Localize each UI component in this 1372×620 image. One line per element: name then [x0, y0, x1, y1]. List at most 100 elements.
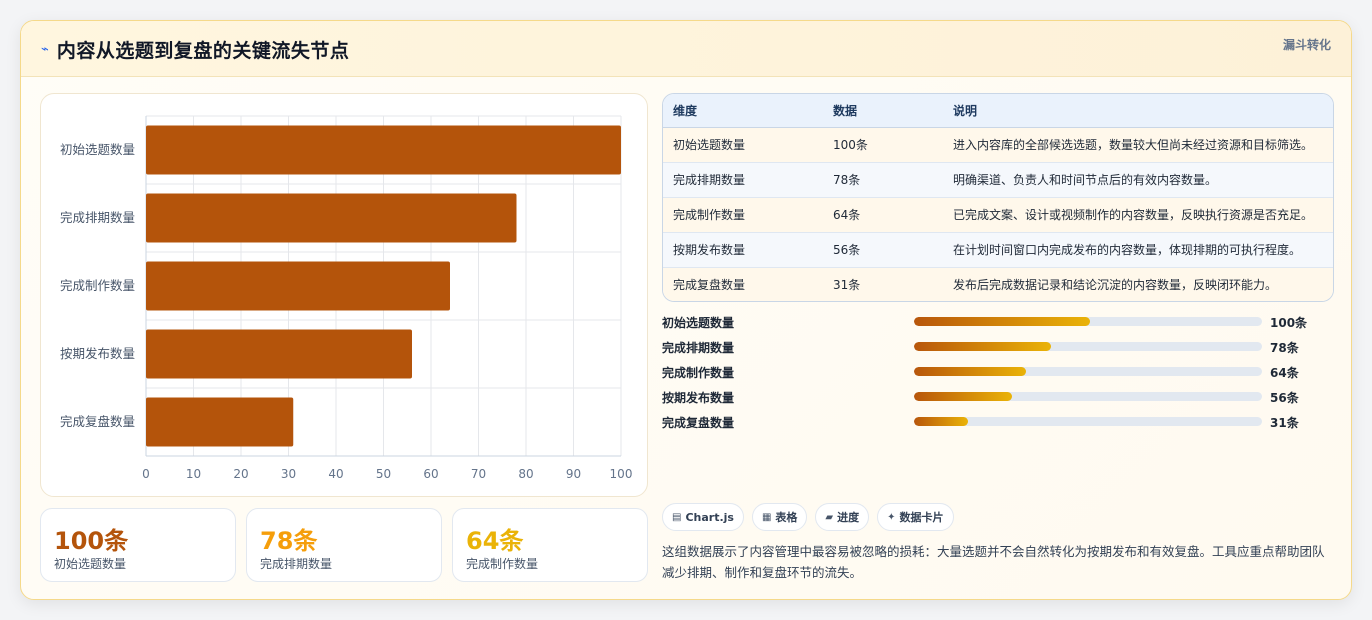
col-header-dimension: 维度 [663, 94, 823, 128]
progress-value: 100条 [1270, 316, 1308, 330]
progress-icon: ▰ [825, 511, 834, 523]
title-wrap: ⌁ 内容从选题到复盘的关键流失节点 [41, 36, 349, 63]
cell-data: 64条 [833, 208, 861, 222]
cell-description: 在计划时间窗口内完成发布的内容数量，体现排期的可执行程度。 [953, 243, 1302, 257]
x-tick-label: 60 [423, 467, 438, 481]
cell-dimension: 初始选题数量 [673, 138, 746, 152]
progress-fill [914, 367, 1027, 376]
progress-label: 完成排期数量 [662, 341, 735, 355]
x-tick-label: 80 [518, 467, 533, 481]
cell-data: 100条 [833, 138, 868, 152]
chip-label: 数据卡片 [899, 511, 944, 524]
chip-label: 表格 [775, 511, 798, 524]
chip-chartjs[interactable]: ▤ Chart.js [662, 503, 744, 531]
x-tick-label: 20 [233, 467, 248, 481]
funnel-card: ⌁ 内容从选题到复盘的关键流失节点 漏斗转化 0 10 20 30 40 50 60 70 80… [20, 20, 1352, 600]
progress-track [914, 342, 1262, 351]
cell-data: 56条 [833, 243, 861, 257]
cell-description: 发布后完成数据记录和结论沉淀的内容数量，反映闭环能力。 [953, 278, 1278, 293]
x-tick-label: 30 [281, 467, 296, 481]
summary-text: 这组数据展示了内容管理中最容易被忽略的损耗：大量选题并不会自然转化为按期发布和有… [662, 544, 1325, 580]
card-header: ⌁ 内容从选题到复盘的关键流失节点 漏斗转化 [21, 21, 1351, 77]
table-row: 完成制作数量 64条 已完成文案、设计或视频制作的内容数量，反映执行资源是否充足… [663, 197, 1333, 232]
y-category-label: 完成复盘数量 [60, 414, 135, 429]
y-category-label: 完成排期数量 [60, 210, 135, 225]
feature-chips: ▤ Chart.js ▦ 表格 ▰ 进度 ✦ 数据卡片 [662, 503, 954, 531]
progress-track [914, 417, 1262, 426]
cell-description: 进入内容库的全部候选选题，数量较大但尚未经过资源和目标筛选。 [953, 138, 1314, 152]
progress-value: 64条 [1270, 366, 1299, 380]
progress-label: 初始选题数量 [662, 316, 735, 330]
progress-row: 初始选题数量 100条 [662, 311, 1334, 336]
cell-description: 明确渠道、负责人和时间节点后的有效内容数量。 [953, 173, 1218, 187]
col-header-description: 说明 [943, 94, 1333, 128]
stat-value: 78条 [260, 527, 318, 555]
x-tick-label: 0 [142, 467, 150, 481]
cell-dimension: 完成复盘数量 [673, 278, 746, 293]
x-tick-label: 70 [471, 467, 486, 481]
progress-label: 完成制作数量 [662, 366, 735, 380]
cell-data: 31条 [833, 278, 861, 293]
progress-label: 完成复盘数量 [662, 416, 735, 430]
chip-label: Chart.js [685, 510, 734, 524]
progress-row: 完成制作数量 64条 [662, 361, 1334, 386]
page-title: 内容从选题到复盘的关键流失节点 [56, 40, 350, 62]
category-tag: 漏斗转化 [1282, 38, 1331, 52]
cell-description: 已完成文案、设计或视频制作的内容数量，反映执行资源是否充足。 [953, 208, 1314, 222]
progress-row: 完成复盘数量 31条 [662, 411, 1334, 436]
cell-dimension: 完成制作数量 [673, 208, 746, 222]
data-table-grid: 维度 数据 说明 初始选题数量 100条 进入内容库的全部候选选题，数量较大但尚… [663, 94, 1333, 301]
y-category-label: 按期发布数量 [60, 346, 135, 361]
progress-value: 56条 [1270, 391, 1299, 405]
table-icon: ▦ [761, 511, 772, 523]
x-tick-label: 10 [186, 467, 201, 481]
stat-label: 完成制作数量 [466, 557, 539, 571]
bar [146, 125, 621, 175]
x-tick-label: 90 [566, 467, 581, 481]
data-table: 维度 数据 说明 初始选题数量 100条 进入内容库的全部候选选题，数量较大但尚… [662, 93, 1334, 302]
cell-dimension: 按期发布数量 [673, 243, 746, 257]
cell-dimension: 完成排期数量 [673, 173, 746, 187]
chip-label: 进度 [837, 511, 860, 524]
stat-card: 64条 完成制作数量 [452, 508, 648, 582]
col-header-data: 数据 [823, 94, 943, 128]
y-category-label: 初始选题数量 [60, 142, 135, 157]
chart-icon: ▤ [672, 511, 682, 523]
progress-track [914, 367, 1262, 376]
x-tick-label: 40 [328, 467, 343, 481]
bar [146, 193, 517, 243]
progress-track [914, 392, 1262, 401]
chip-data-card[interactable]: ✦ 数据卡片 [877, 503, 954, 531]
trend-icon: ⌁ [41, 42, 49, 57]
sparkle-icon: ✦ [887, 511, 896, 523]
table-row: 完成复盘数量 31条 发布后完成数据记录和结论沉淀的内容数量，反映闭环能力。 [663, 267, 1333, 301]
progress-track [914, 317, 1262, 326]
progress-value: 31条 [1270, 416, 1299, 430]
stat-label: 初始选题数量 [54, 557, 127, 571]
progress-fill [914, 417, 969, 426]
stat-card: 100条 初始选题数量 [40, 508, 236, 582]
stat-value: 64条 [466, 527, 524, 555]
table-row: 初始选题数量 100条 进入内容库的全部候选选题，数量较大但尚未经过资源和目标筛… [663, 127, 1333, 162]
chip-progress[interactable]: ▰ 进度 [815, 503, 870, 531]
stat-card: 78条 完成排期数量 [246, 508, 442, 582]
table-row: 完成排期数量 78条 明确渠道、负责人和时间节点后的有效内容数量。 [663, 162, 1333, 197]
table-header-row: 维度 数据 说明 [663, 94, 1333, 128]
bar-chart-svg: 0 10 20 30 40 50 60 70 80 90 100 初始选题数量完成排期数量完成制作数量… [60, 115, 633, 481]
progress-fill [914, 342, 1051, 351]
table-row: 按期发布数量 56条 在计划时间窗口内完成发布的内容数量，体现排期的可执行程度。 [663, 232, 1333, 267]
bar-chart: 0 10 20 30 40 50 60 70 80 90 100 初始选题数量 完成排期数量 完成制作数量… [40, 93, 648, 497]
x-tick-label: 100 [610, 467, 633, 481]
cell-data: 78条 [833, 173, 861, 187]
progress-value: 78条 [1270, 341, 1299, 355]
progress-row: 完成排期数量 78条 [662, 336, 1334, 361]
bar [146, 397, 294, 447]
x-tick-label: 50 [376, 467, 391, 481]
progress-fill [914, 317, 1090, 326]
bar [146, 329, 412, 379]
progress-list: 初始选题数量 100条 完成排期数量 78条 完成制作数量 64条 按期发布数量… [662, 311, 1334, 436]
progress-label: 按期发布数量 [662, 391, 735, 405]
chip-table[interactable]: ▦ 表格 [751, 503, 808, 531]
progress-fill [914, 392, 1013, 401]
y-category-label: 完成制作数量 [60, 278, 135, 293]
